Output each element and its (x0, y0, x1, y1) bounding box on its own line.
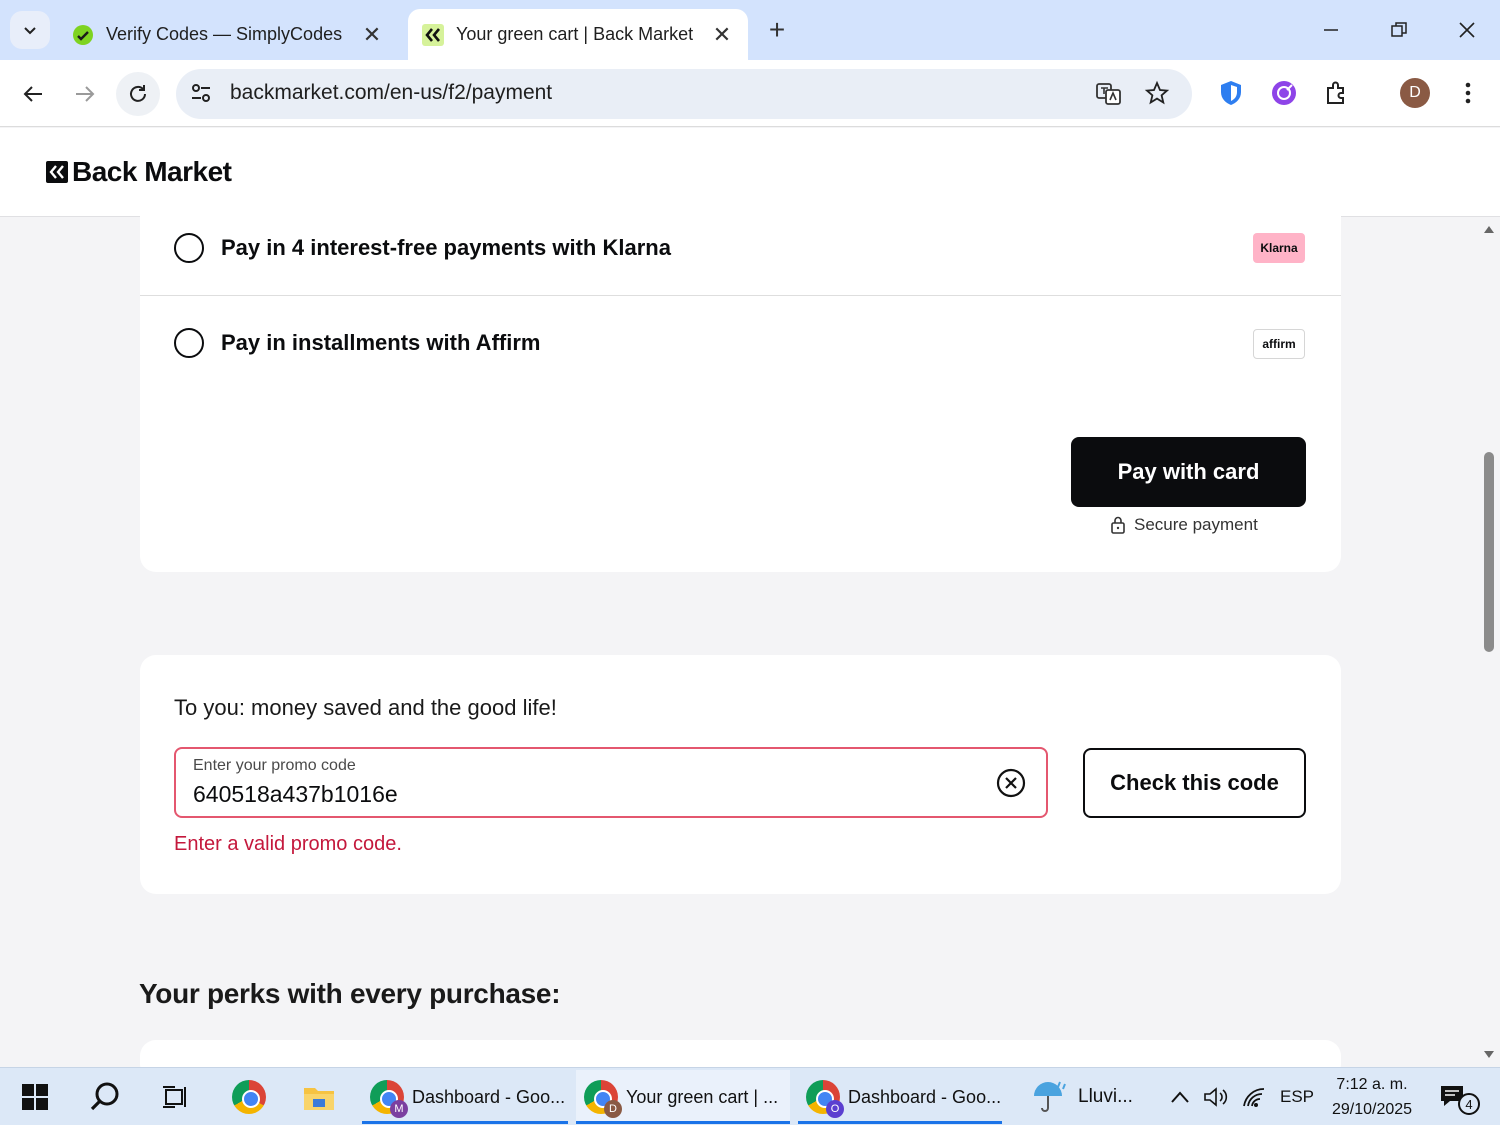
minimize-icon (1324, 29, 1338, 31)
close-window-button[interactable] (1442, 12, 1492, 48)
translate-icon[interactable] (1096, 81, 1122, 112)
active-indicator (362, 1121, 568, 1124)
secure-payment-label: Secure payment (1134, 515, 1258, 534)
promo-error-message: Enter a valid promo code. (174, 833, 402, 855)
secure-payment-note: Secure payment (1110, 515, 1258, 535)
payment-option-label: Pay in 4 interest-free payments with Kla… (221, 235, 671, 260)
scroll-up-arrow-icon[interactable] (1483, 222, 1495, 240)
tray-chevron[interactable] (1170, 1068, 1190, 1125)
weather-label: Lluvi... (1078, 1086, 1133, 1107)
lock-icon (1111, 516, 1125, 534)
volume-icon[interactable] (1203, 1068, 1229, 1125)
wifi-icon[interactable] (1241, 1068, 1267, 1125)
promo-code-card: To you: money saved and the good life! E… (140, 655, 1341, 894)
address-bar[interactable]: backmarket.com/en-us/f2/payment (176, 69, 1192, 119)
promo-code-value[interactable]: 640518a437b1016e (193, 781, 398, 808)
browser-toolbar: backmarket.com/en-us/f2/payment D (0, 60, 1500, 127)
profile-avatar[interactable]: D (1400, 78, 1430, 108)
weather-widget[interactable]: Lluvi... (1030, 1068, 1133, 1125)
extensions-puzzle-icon[interactable] (1322, 78, 1352, 108)
taskbar-app-dashboard-o[interactable]: O Dashboard - Goo... (798, 1070, 1002, 1124)
taskbar-app-green-cart[interactable]: D Your green cart | ... (576, 1070, 790, 1124)
chrome-icon: M (370, 1080, 408, 1118)
task-view-icon[interactable] (156, 1078, 194, 1116)
chevron-down-icon (24, 27, 36, 35)
new-tab-button[interactable]: + (762, 14, 792, 46)
check-code-button[interactable]: Check this code (1083, 748, 1306, 818)
chrome-taskbar-icon[interactable] (230, 1078, 268, 1116)
clock-time: 7:12 a. m. (1336, 1076, 1408, 1093)
affirm-logo: affirm (1253, 329, 1305, 359)
klarna-logo: Klarna (1253, 233, 1305, 263)
backmarket-logo-mark-icon (46, 161, 68, 183)
site-settings-icon[interactable] (190, 82, 212, 109)
taskbar-app-label: Your green cart | ... (626, 1086, 779, 1107)
clear-input-icon[interactable] (996, 768, 1026, 798)
language-label: ESP (1280, 1087, 1315, 1106)
back-button[interactable] (11, 72, 55, 116)
tab-title: Your green cart | Back Market (456, 24, 694, 44)
restore-button[interactable] (1374, 12, 1424, 48)
pay-with-card-button[interactable]: Pay with card (1071, 437, 1306, 507)
active-indicator (798, 1121, 1002, 1124)
url-text: backmarket.com/en-us/f2/payment (230, 81, 553, 104)
tab-strip: Verify Codes — SimplyCodes ✕ Your green … (0, 0, 1500, 60)
backmarket-logo[interactable]: Back Market (46, 156, 232, 188)
tab-simplycodes[interactable]: Verify Codes — SimplyCodes ✕ (58, 9, 398, 60)
payment-methods-card: Pay in 4 interest-free payments with Kla… (140, 200, 1341, 572)
scroll-down-arrow-icon[interactable] (1483, 1046, 1495, 1064)
tab-title: Verify Codes — SimplyCodes (106, 24, 343, 44)
backmarket-icon (422, 23, 444, 46)
language-indicator[interactable]: ESP (1280, 1068, 1314, 1125)
file-explorer-icon[interactable] (300, 1078, 338, 1116)
promo-title: To you: money saved and the good life! (174, 695, 557, 720)
extension-purple-icon[interactable] (1269, 78, 1299, 108)
system-clock[interactable]: 7:12 a. m. 29/10/2025 (1326, 1072, 1418, 1122)
perks-heading: Your perks with every purchase: (139, 978, 561, 1009)
restore-icon (1391, 22, 1407, 37)
taskbar-app-dashboard-m[interactable]: M Dashboard - Goo... (362, 1070, 568, 1124)
clock-date: 29/10/2025 (1331, 1101, 1413, 1118)
radio-button[interactable] (174, 328, 204, 358)
profile-badge: M (390, 1100, 408, 1118)
kebab-menu-icon (1465, 82, 1471, 104)
payment-option-klarna[interactable]: Pay in 4 interest-free payments with Kla… (140, 200, 1341, 296)
chrome-icon: D (584, 1080, 622, 1118)
simplycodes-icon (72, 24, 94, 46)
scrollbar-thumb[interactable] (1484, 452, 1494, 652)
umbrella-rain-icon (1034, 1081, 1066, 1112)
payment-option-affirm[interactable]: Pay in installments with Affirm affirm (140, 297, 1341, 392)
close-icon[interactable]: ✕ (710, 22, 734, 48)
windows-start-icon[interactable] (16, 1078, 54, 1116)
search-icon[interactable] (86, 1078, 124, 1116)
reload-button[interactable] (116, 72, 160, 116)
bitwarden-shield-icon[interactable] (1216, 78, 1246, 108)
logo-text: Back Market (72, 156, 232, 187)
chrome-icon: O (806, 1080, 844, 1118)
active-indicator (576, 1121, 790, 1124)
bookmark-star-icon[interactable] (1144, 80, 1170, 111)
tab-backmarket[interactable]: Your green cart | Back Market ✕ (408, 9, 748, 60)
promo-code-input[interactable]: Enter your promo code 640518a437b1016e (174, 747, 1048, 818)
taskbar-app-label: Dashboard - Goo... (848, 1086, 1002, 1107)
promo-code-field-label: Enter your promo code (193, 757, 356, 774)
close-icon[interactable]: ✕ (360, 22, 384, 48)
profile-badge: D (604, 1100, 622, 1118)
taskbar-app-label: Dashboard - Goo... (412, 1086, 566, 1107)
payment-option-label: Pay in installments with Affirm (221, 330, 541, 355)
arrow-right-icon (76, 86, 95, 102)
browser-menu-button[interactable] (1453, 78, 1483, 108)
arrow-left-icon (23, 86, 42, 102)
notification-center[interactable]: 4 (1438, 1068, 1480, 1125)
notification-count: 4 (1458, 1093, 1480, 1115)
minimize-button[interactable] (1306, 12, 1356, 48)
chevron-up-icon (1171, 1091, 1189, 1103)
radio-button[interactable] (174, 233, 204, 263)
forward-button[interactable] (63, 72, 107, 116)
tab-search-button[interactable] (10, 11, 50, 49)
reload-icon (130, 85, 146, 102)
profile-badge: O (826, 1100, 844, 1118)
windows-taskbar: M Dashboard - Goo... D Your green cart |… (0, 1067, 1500, 1125)
close-icon (1459, 22, 1475, 38)
